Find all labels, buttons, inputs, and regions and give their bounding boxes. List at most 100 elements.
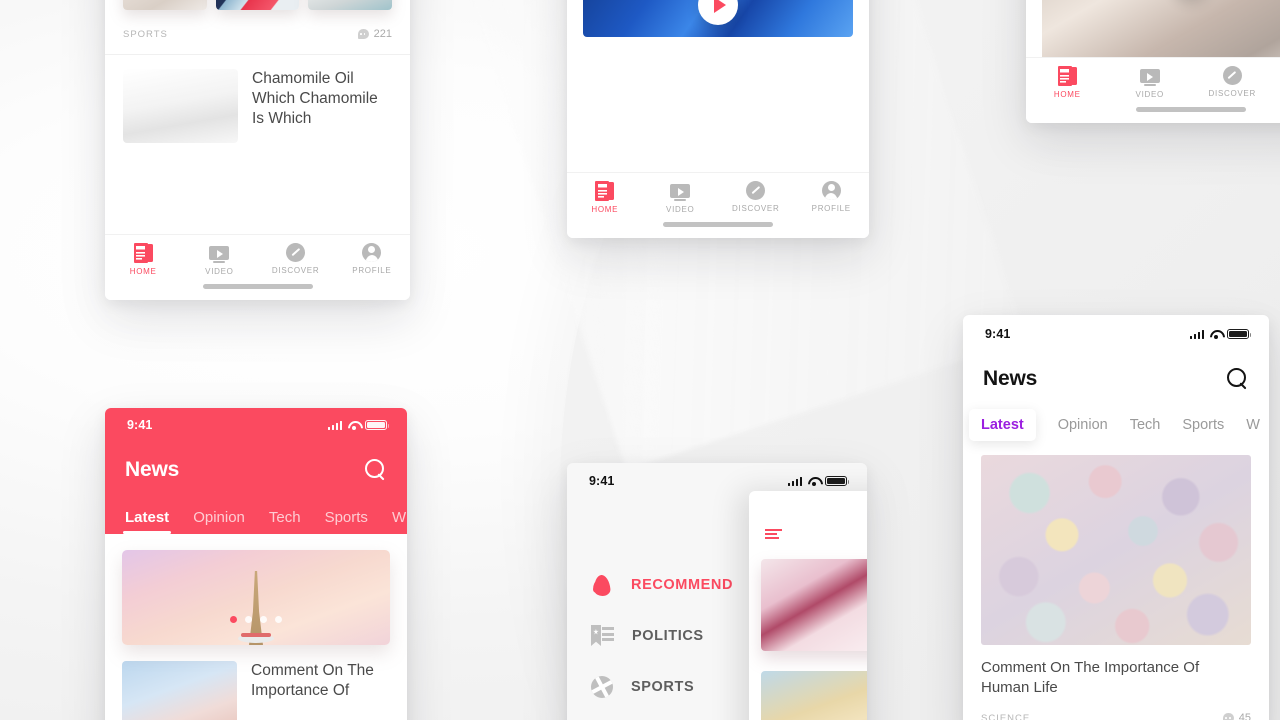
article-row[interactable]: Comment On The Importance Of [105, 645, 407, 720]
tab-profile[interactable]: PROFILE [794, 181, 870, 213]
carousel[interactable] [105, 534, 407, 645]
tab-sports[interactable]: Sports [1182, 417, 1224, 433]
thumbnail-white-structure[interactable] [308, 0, 393, 10]
drawer-item-label: SPORTS [631, 678, 695, 695]
tab-latest[interactable]: Latest [122, 509, 172, 534]
tab-home-label: HOME [591, 205, 619, 214]
thumbnail-architecture[interactable] [215, 0, 300, 10]
tab-video[interactable]: VIDEO [1109, 66, 1192, 99]
panel-cards [749, 551, 867, 720]
video-card[interactable] [567, 0, 869, 37]
thumbnail-white-fans [123, 69, 238, 143]
drawer-content-panel: N [749, 491, 867, 720]
video-icon [1139, 66, 1160, 86]
compass-icon [746, 181, 766, 200]
feature-article-card[interactable]: Comment On The Importance Of Human Life … [963, 445, 1269, 720]
carousel-dot-active[interactable] [230, 616, 237, 623]
drawer-item-label: RECOMMEND [631, 576, 734, 593]
tab-profile[interactable]: PROFILE [334, 243, 410, 275]
bottom-tab-bar: HOME VIDEO DISCOVER PROFILE [105, 234, 410, 300]
article-row[interactable]: Chamomile Oil Which Chamomile Is Which [105, 55, 410, 143]
article-title: Comment On The Importance Of Human Life [981, 659, 1200, 696]
tab-home[interactable]: HOME [105, 243, 181, 276]
tab-video-label: VIDEO [1135, 90, 1164, 99]
tab-profile-label: PROFILE [811, 204, 851, 213]
tab-tech[interactable]: Tech [269, 509, 301, 534]
tab-home-label: HOME [1053, 90, 1081, 99]
thumbnail-woman-coffee [1042, 0, 1280, 62]
home-indicator [1136, 107, 1246, 112]
home-icon [133, 243, 153, 263]
comment-icon [1222, 713, 1234, 720]
cellular-signal-icon [787, 476, 802, 486]
tab-world[interactable]: W [1246, 417, 1260, 433]
article-category: SPORTS [123, 28, 168, 40]
comment-count-value: 221 [373, 28, 392, 40]
home-icon [1057, 66, 1077, 86]
basketball-icon [591, 675, 613, 698]
thumbnail-woman-pink-hair[interactable] [761, 559, 867, 651]
category-tabs: Latest Opinion Tech Sports W [963, 405, 1269, 445]
carousel-dot[interactable] [260, 616, 267, 623]
battery-icon [1227, 328, 1252, 340]
nav-bar: News [963, 353, 1269, 405]
thumbnail-sports-shoe[interactable] [123, 0, 207, 10]
tab-discover-label: DISCOVER [1208, 89, 1256, 98]
cellular-signal-icon [1189, 329, 1204, 339]
tab-discover[interactable]: DISCOVER [1191, 66, 1274, 98]
article-meta: SPORTS 221 [123, 28, 392, 40]
status-time: 9:41 [985, 327, 1011, 341]
compass-icon [286, 243, 306, 262]
home-indicator [663, 222, 773, 227]
status-indicators [787, 475, 850, 487]
tab-home[interactable]: HOME [567, 181, 643, 214]
bottom-tab-bar: HOME VIDEO DISCOVER PROFILE [1026, 57, 1280, 123]
phone-mockup-bottom-left: 9:41 News Latest Opinion Tech Sports W C… [105, 408, 407, 720]
tab-tech[interactable]: Tech [1130, 417, 1161, 433]
drawer-item-label: POLITICS [632, 627, 704, 644]
tab-discover[interactable]: DISCOVER [718, 181, 794, 213]
battery-icon [825, 475, 850, 487]
hamburger-icon[interactable] [765, 528, 782, 540]
thumbnail-woman-straw-hat[interactable] [761, 671, 867, 720]
profile-icon [821, 181, 841, 200]
video-card[interactable] [1026, 0, 1280, 62]
tab-world[interactable]: W [392, 509, 406, 534]
search-icon[interactable] [365, 459, 387, 481]
wifi-icon [807, 476, 820, 486]
status-time: 9:41 [589, 474, 615, 488]
thumbnail-icecream [122, 661, 237, 720]
page-title: News [983, 367, 1038, 390]
tab-home[interactable]: HOME [1026, 66, 1109, 99]
compass-icon [1222, 66, 1242, 85]
tab-opinion[interactable]: Opinion [1058, 417, 1108, 433]
battery-icon [365, 419, 390, 431]
carousel-dot[interactable] [245, 616, 252, 623]
comment-count-value: 45 [1238, 712, 1251, 720]
tab-latest[interactable]: Latest [969, 409, 1036, 441]
article-meta: SCIENCE 45 [981, 712, 1251, 720]
phone-mockup-bottom-right: 9:41 News Latest Opinion Tech Sports W C… [963, 315, 1269, 720]
tab-video[interactable]: VIDEO [181, 243, 257, 276]
carousel-image-eiffel-tower [122, 550, 390, 645]
tab-discover[interactable]: DISCOVER [258, 243, 334, 275]
fire-icon [591, 573, 613, 597]
tab-sports[interactable]: Sports [325, 509, 368, 534]
status-indicators [1189, 328, 1252, 340]
comment-count: 221 [357, 28, 392, 40]
home-icon [595, 181, 615, 201]
tab-discover-label: DISCOVER [732, 204, 780, 213]
tab-video-label: VIDEO [205, 267, 234, 276]
search-icon[interactable] [1227, 368, 1249, 390]
tab-video[interactable]: VIDEO [643, 181, 719, 214]
comment-icon [357, 29, 369, 39]
tab-opinion[interactable]: Opinion [193, 509, 245, 534]
article-title: Comment On The Importance Of [251, 662, 374, 699]
tab-profile-label: PROFILE [352, 266, 392, 275]
status-indicators [327, 419, 390, 431]
phone-mockup-top-right: HOME VIDEO DISCOVER PROFILE [1026, 0, 1280, 123]
tab-profile[interactable]: PROFILE [1274, 66, 1280, 98]
carousel-dots[interactable] [230, 616, 282, 623]
nav-bar: News [105, 442, 407, 498]
carousel-dot[interactable] [275, 616, 282, 623]
